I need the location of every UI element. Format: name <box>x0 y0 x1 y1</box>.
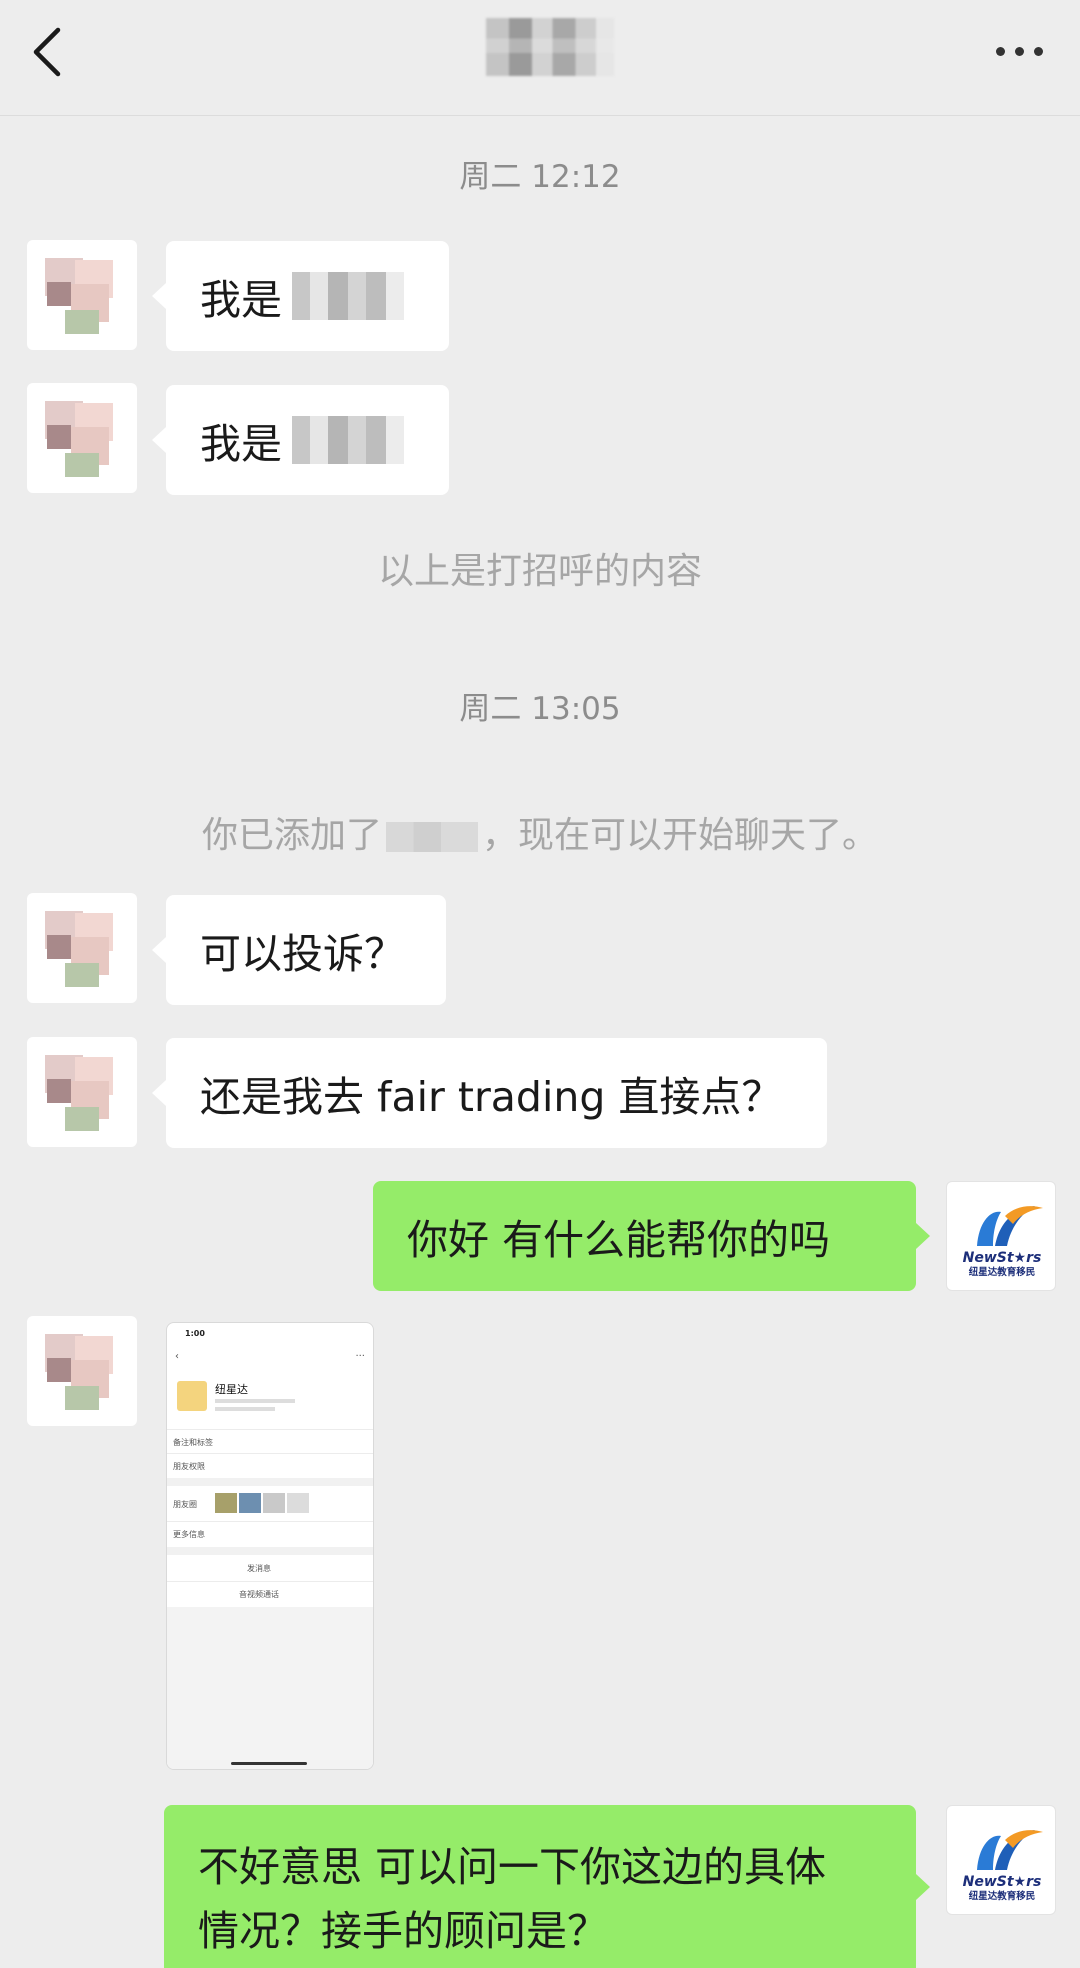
svg-text:纽星达教育移民: 纽星达教育移民 <box>969 1890 1036 1902</box>
newstars-logo-icon: NewSt★rs 纽星达教育移民 <box>963 1206 1043 1278</box>
message-text: 情况？接手的顾问是？ <box>198 1907 608 1955</box>
avatar[interactable] <box>27 383 137 493</box>
avatar[interactable] <box>27 240 137 350</box>
message-bubble-outgoing[interactable]: 不好意思 可以问一下你这边的具体 情况？接手的顾问是？ <box>164 1805 930 1968</box>
redacted-name <box>292 272 404 320</box>
newstars-logo-icon: NewSt★rs 纽星达教育移民 <box>963 1830 1043 1902</box>
chat-title-redacted <box>486 18 614 76</box>
avatar[interactable] <box>27 893 137 1003</box>
message-text: 可以投诉？ <box>200 930 405 978</box>
system-note-added: 你已添加了 ，现在可以开始聊天了。 <box>201 815 879 856</box>
message-text: 我是 <box>200 276 282 324</box>
redacted-name <box>292 416 404 464</box>
message-bubble[interactable]: 可以投诉？ <box>152 895 446 1005</box>
message-text: 我是 <box>200 420 282 468</box>
timestamp: 周二 13:05 <box>459 691 621 727</box>
avatar-self[interactable]: NewSt★rs 纽星达教育移民 <box>946 1181 1056 1291</box>
message-bubble-outgoing[interactable]: 你好 有什么能帮你的吗 <box>373 1181 930 1291</box>
image-message[interactable]: 1:00 ‹ ··· 纽星达 备注和标签 朋友权限 朋友圈 更多信息 发消息 音… <box>166 1322 374 1770</box>
message-bubble[interactable]: 我是 <box>152 385 449 495</box>
message-text: 还是我去 fair trading 直接点？ <box>200 1073 783 1121</box>
svg-text:NewSt★rs: NewSt★rs <box>963 1874 1042 1890</box>
avatar[interactable] <box>27 1037 137 1147</box>
system-note: 以上是打招呼的内容 <box>377 551 702 592</box>
avatar-self[interactable]: NewSt★rs 纽星达教育移民 <box>946 1805 1056 1915</box>
chat-header <box>0 0 1080 116</box>
profile-avatar <box>177 1381 207 1411</box>
message-bubble[interactable]: 还是我去 fair trading 直接点？ <box>152 1038 827 1148</box>
more-dots-icon[interactable] <box>996 40 1052 62</box>
redacted-name <box>386 822 478 852</box>
avatar[interactable] <box>27 1316 137 1426</box>
svg-text:NewSt★rs: NewSt★rs <box>963 1250 1042 1266</box>
timestamp: 周二 12:12 <box>459 159 621 195</box>
svg-text:纽星达教育移民: 纽星达教育移民 <box>969 1266 1036 1278</box>
message-text: 不好意思 可以问一下你这边的具体 <box>198 1843 827 1891</box>
message-bubble[interactable]: 我是 <box>152 241 449 351</box>
chevron-left-icon[interactable] <box>28 24 68 80</box>
message-text: 你好 有什么能帮你的吗 <box>407 1216 831 1264</box>
